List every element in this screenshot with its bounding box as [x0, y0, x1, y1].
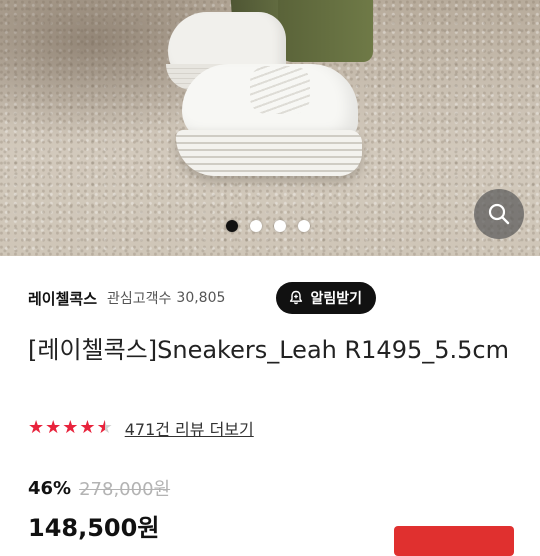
rating-stars: ★ ★ ★ ★ ★: [28, 419, 113, 437]
alarm-button-label: 알림받기: [310, 291, 362, 307]
sneaker-platform-sole: [176, 130, 362, 176]
gallery-dot-2[interactable]: [250, 220, 262, 232]
star-icon: ★: [62, 417, 79, 438]
gallery-dot-3[interactable]: [274, 220, 286, 232]
sale-price: 148,500원: [28, 514, 160, 542]
bell-plus-icon: [290, 290, 303, 305]
product-title: [레이첼콕스]Sneakers_Leah R1495_5.5cm: [28, 336, 509, 364]
original-price: 278,000원: [79, 479, 171, 500]
alarm-subscribe-button[interactable]: 알림받기: [276, 282, 376, 314]
sneaker-front: [176, 56, 362, 176]
product-image[interactable]: [0, 0, 540, 256]
seller-row: 레이첼콕스 관심고객수 30,805 알림받기: [28, 280, 516, 316]
seller-name[interactable]: 레이첼콕스: [28, 288, 97, 309]
followers-count: 30,805: [176, 290, 226, 306]
star-icon: ★: [45, 417, 62, 438]
trouser-leg-front: [278, 0, 373, 62]
sneaker-laces: [250, 66, 310, 114]
gallery-dot-4[interactable]: [298, 220, 310, 232]
gallery-dot-1[interactable]: [226, 220, 238, 232]
gallery-pagination: [226, 220, 310, 232]
review-link[interactable]: 471건 리뷰 더보기: [125, 416, 254, 440]
price-discount-row: 46% 278,000원: [28, 475, 170, 501]
purchase-button[interactable]: [394, 526, 514, 556]
followers-label: 관심고객수: [107, 291, 172, 307]
half-star-icon: ★: [96, 417, 113, 438]
search-icon: [488, 203, 510, 225]
zoom-button[interactable]: [474, 189, 524, 239]
star-icon: ★: [79, 417, 96, 438]
rating-row: ★ ★ ★ ★ ★ 471건 리뷰 더보기: [28, 414, 254, 442]
star-icon: ★: [28, 417, 45, 438]
discount-rate: 46%: [28, 477, 72, 499]
